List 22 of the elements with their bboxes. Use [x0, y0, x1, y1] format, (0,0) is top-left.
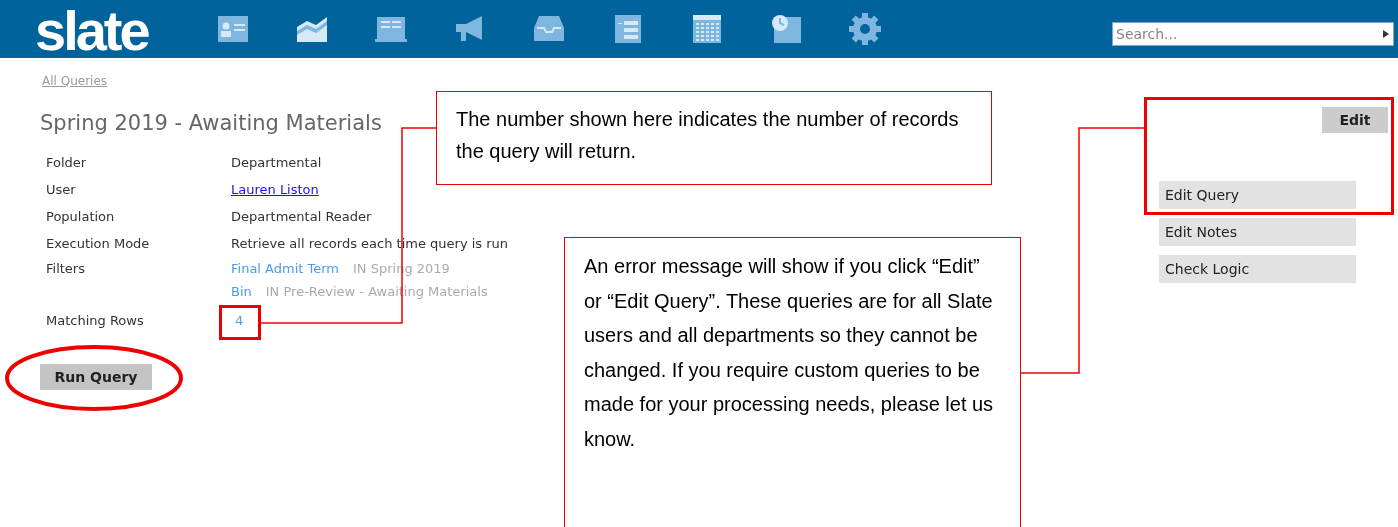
page-title: Spring 2019 - Awaiting Materials — [40, 110, 382, 137]
detail-label: Matching Rows — [46, 311, 145, 330]
detail-value: Departmental — [231, 153, 322, 172]
detail-label: Population — [46, 207, 116, 226]
caret-icon[interactable] — [1383, 30, 1389, 38]
edit-button[interactable]: Edit — [1322, 107, 1388, 133]
action-menu-item[interactable]: Edit Query — [1159, 181, 1356, 209]
detail-label: Filters — [46, 260, 86, 278]
search-field[interactable]: Search... — [1112, 22, 1394, 46]
user-link[interactable]: Lauren Liston — [231, 179, 319, 200]
run-query-button[interactable]: Run Query — [40, 364, 152, 390]
callout-text: An error message will show if you click “Edit” or “Edit Query”. These queries are for all Slate users and all departments so they cannot be changed. If you require custom queries to be made for your processing needs, please let us know. — [584, 254, 995, 452]
detail-label: User — [46, 180, 77, 199]
settings-icon[interactable] — [847, 11, 883, 47]
detail-label: Folder — [46, 153, 88, 172]
action-menu-item[interactable]: Edit Notes — [1159, 218, 1356, 246]
callout-text: The number shown here indicates the number of records the query will return. — [456, 107, 960, 164]
action-menu-item[interactable]: Check Logic — [1159, 255, 1356, 283]
highlight-frame — [219, 305, 261, 340]
detail-label: Execution Mode — [46, 234, 151, 253]
logo[interactable]: slate — [35, 3, 175, 59]
detail-value: Departmental Reader — [231, 207, 372, 226]
